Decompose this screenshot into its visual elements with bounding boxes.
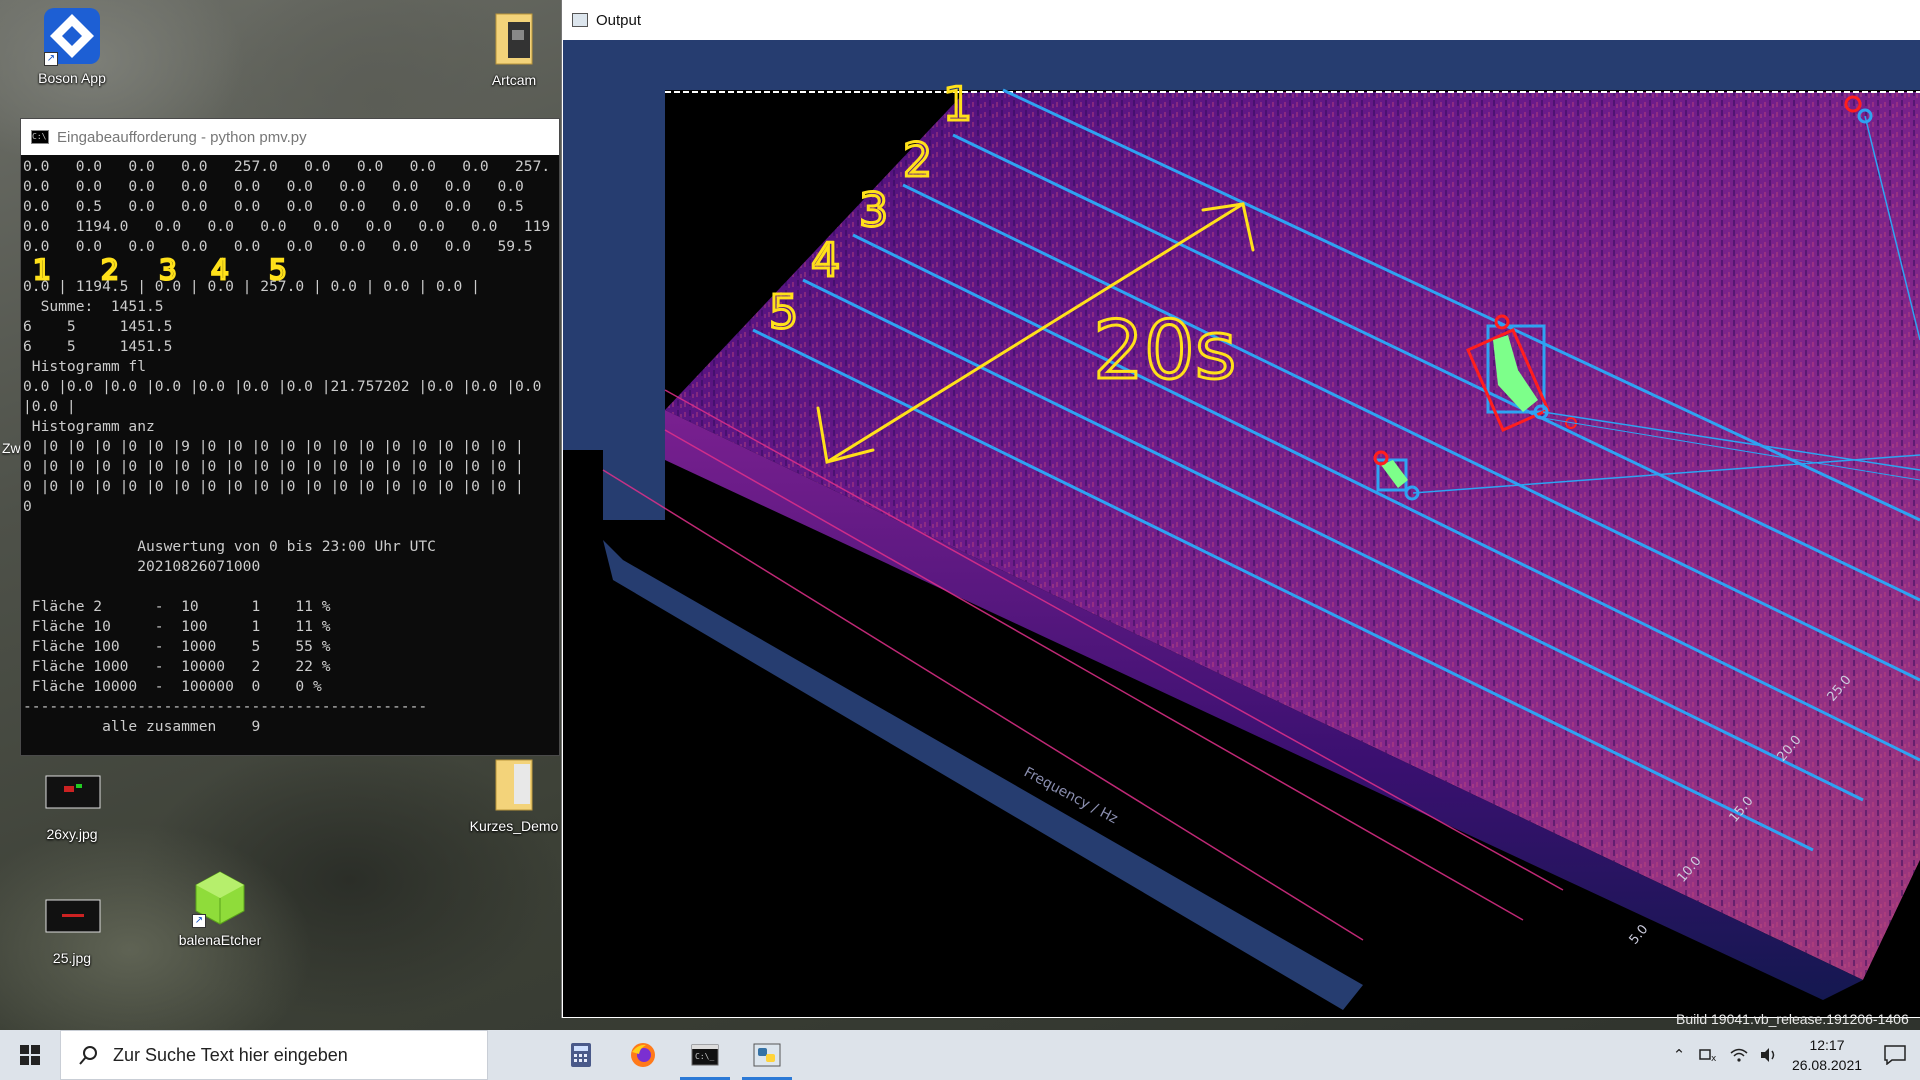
desktop-icon-26xy[interactable]: 26xy.jpg (22, 762, 122, 842)
console-line: 20210826071000 (23, 558, 261, 575)
taskbar-app-terminal[interactable]: C:\_ (674, 1030, 736, 1080)
spectrogram-canvas[interactable]: 5.0 10.0 15.0 20.0 25.0 Frequency / Hz 2… (563, 40, 1920, 1017)
console-line: 0 |0 |0 |0 |0 |0 |0 |0 |0 |0 |0 |0 |0 |0… (23, 478, 524, 495)
output-titlebar[interactable]: Output (562, 0, 1920, 40)
console-titlebar[interactable]: C:\ Eingabeaufforderung - python pmv.py (21, 119, 559, 155)
window-app-icon (572, 13, 588, 27)
system-tray: ⌃ x 12:17 26.08.2021 (1664, 1030, 1920, 1080)
console-line: 0 |0 |0 |0 |0 |0 |0 |0 |0 |0 |0 |0 |0 |0… (23, 458, 524, 475)
wifi-icon[interactable] (1724, 1030, 1754, 1080)
search-icon (79, 1046, 97, 1065)
console-title: Eingabeaufforderung - python pmv.py (57, 128, 307, 146)
desktop-edge-label: Zw (2, 440, 21, 456)
console-line: alle zusammen 9 (23, 718, 261, 735)
image-file-icon (42, 886, 102, 946)
windows-logo-icon (20, 1045, 40, 1065)
desktop-icon-label: balenaEtcher (178, 932, 262, 948)
taskbar: C:\_ ⌃ x 12:17 26.08.2021 (0, 1030, 1920, 1080)
console-line: 0.0 0.5 0.0 0.0 0.0 0.0 0.0 0.0 0.0 0.5 (23, 198, 524, 215)
taskbar-app-python[interactable] (736, 1030, 798, 1080)
spectrogram-3d-plot: 5.0 10.0 15.0 20.0 25.0 Frequency / Hz 2… (563, 40, 1920, 1017)
build-watermark: Build 19041.vb_release.191206-1406 (1676, 1011, 1909, 1027)
console-line: 6 5 1451.5 (23, 318, 173, 335)
console-line: 0.0 0.0 0.0 0.0 257.0 0.0 0.0 0.0 0.0 25… (23, 158, 551, 175)
balena-cube-icon: ↗ (190, 868, 250, 928)
cmd-icon: C:\ (31, 130, 49, 144)
console-line: 0.0 | 1194.5 | 0.0 | 0.0 | 257.0 | 0.0 |… (23, 278, 480, 295)
notification-icon (1884, 1045, 1906, 1065)
console-line: 0 (23, 498, 32, 515)
console-line: 0.0 0.0 0.0 0.0 0.0 0.0 0.0 0.0 0.0 0.0 (23, 178, 524, 195)
desktop-icon-artcam[interactable]: Artcam (464, 8, 564, 88)
taskbar-search[interactable] (60, 1030, 488, 1080)
search-input[interactable] (113, 1044, 473, 1066)
annotation-20s: 20s (1093, 304, 1236, 397)
console-output[interactable]: 0.0 0.0 0.0 0.0 257.0 0.0 0.0 0.0 0.0 25… (21, 155, 559, 755)
desktop-icon-label: 25.jpg (52, 950, 92, 966)
console-line: 0.0 |0.0 |0.0 |0.0 |0.0 |0.0 |0.0 |21.75… (23, 378, 542, 395)
python-icon (753, 1043, 781, 1067)
volume-icon[interactable] (1754, 1030, 1784, 1080)
console-line: Summe: 1451.5 (23, 298, 164, 315)
network-ethernet-icon[interactable]: x (1694, 1030, 1724, 1080)
image-file-icon (42, 762, 102, 822)
calculator-icon (571, 1043, 591, 1067)
folder-icon (484, 754, 544, 814)
console-line: Histogramm anz (23, 418, 155, 435)
console-line: 0.0 0.0 0.0 0.0 0.0 0.0 0.0 0.0 0.0 59.5 (23, 238, 533, 255)
taskbar-app-firefox[interactable] (612, 1030, 674, 1080)
firefox-icon (631, 1043, 655, 1067)
console-line: 6 5 1451.5 (23, 338, 173, 355)
chevron-up-icon[interactable]: ⌃ (1664, 1030, 1694, 1080)
svg-text:C:\_: C:\_ (695, 1052, 714, 1061)
console-line: ----------------------------------------… (23, 698, 428, 715)
console-line: 0.0 1194.0 0.0 0.0 0.0 0.0 0.0 0.0 0.0 1… (23, 218, 551, 235)
row-number: 1 (943, 77, 972, 131)
desktop-icon-25[interactable]: 25.jpg (22, 886, 122, 966)
console-line: Fläche 1000 - 10000 2 22 % (23, 658, 331, 675)
console-line: |0.0 | (23, 398, 76, 415)
console-line: 0 |0 |0 |0 |0 |0 |9 |0 |0 |0 |0 |0 |0 |0… (23, 438, 524, 455)
boson-app-icon: ↗ (42, 6, 102, 66)
svg-text:x: x (1711, 1054, 1717, 1063)
desktop-icon-label: Artcam (491, 72, 537, 88)
folder-icon (484, 8, 544, 68)
row-number: 2 (903, 133, 932, 187)
output-title: Output (596, 11, 642, 29)
row-number: 4 (811, 233, 840, 287)
console-window[interactable]: C:\ Eingabeaufforderung - python pmv.py … (20, 118, 560, 756)
desktop-icon-kurzes-demo[interactable]: Kurzes_Demo (464, 754, 564, 834)
start-button[interactable] (0, 1030, 60, 1080)
taskbar-app-calculator[interactable] (550, 1030, 612, 1080)
clock-date: 26.08.2021 (1791, 1057, 1863, 1073)
console-line: Fläche 100 - 1000 5 55 % (23, 638, 331, 655)
desktop-icon-label: Kurzes_Demo (469, 818, 559, 834)
row-number: 5 (769, 285, 798, 339)
output-window[interactable]: Output 5.0 10.0 15.0 20.0 25.0 Frequency… (561, 0, 1920, 1018)
desktop-icon-label: Boson App (38, 70, 106, 86)
taskbar-clock[interactable]: 12:17 26.08.2021 (1784, 1035, 1870, 1075)
desktop-icon-boson-app[interactable]: ↗ Boson App (22, 6, 122, 86)
terminal-icon: C:\_ (691, 1044, 719, 1066)
desktop-icon-label: 26xy.jpg (46, 826, 98, 842)
desktop-icon-balena-etcher[interactable]: ↗ balenaEtcher (170, 868, 270, 948)
console-line: Histogramm fl (23, 358, 147, 375)
notification-center-button[interactable] (1870, 1030, 1920, 1080)
console-line: Fläche 2 - 10 1 11 % (23, 598, 331, 615)
console-line: Auswertung von 0 bis 23:00 Uhr UTC (23, 538, 436, 555)
clock-time: 12:17 (1809, 1037, 1845, 1053)
console-line: Fläche 10 - 100 1 11 % (23, 618, 331, 635)
row-number: 3 (859, 183, 888, 237)
console-line: Fläche 10000 - 100000 0 0 % (23, 678, 322, 695)
